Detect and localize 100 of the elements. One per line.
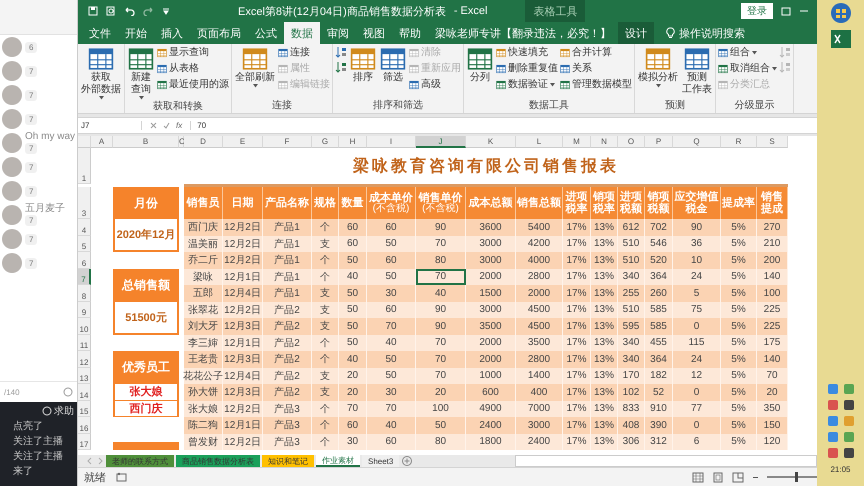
ribbon-button[interactable]: 筛选 [379, 46, 407, 84]
ribbon-tab[interactable]: 帮助 [392, 22, 428, 44]
save-icon[interactable] [88, 6, 98, 16]
page-break-icon[interactable] [732, 472, 744, 482]
add-sheet-icon[interactable] [401, 455, 414, 467]
tray-icon[interactable] [842, 447, 854, 459]
name-box[interactable]: J7 [78, 121, 142, 130]
ribbon-button[interactable]: 删除重复值 [496, 62, 558, 75]
column-header[interactable]: L [516, 136, 563, 148]
ribbon-button[interactable]: 显示查询 [157, 46, 229, 59]
column-header[interactable]: B [113, 136, 179, 148]
column-header[interactable]: K [466, 136, 516, 148]
row-header[interactable]: 11 [78, 334, 91, 351]
column-header[interactable]: Q [673, 136, 721, 148]
ribbon-tab[interactable]: 设计 [618, 22, 654, 44]
undo-icon[interactable] [124, 6, 135, 16]
row-header[interactable]: 12 [78, 351, 91, 368]
row-header[interactable]: 5 [78, 236, 91, 252]
insert-function-button[interactable]: fx [176, 121, 182, 130]
spreadsheet-app-icon[interactable] [830, 30, 850, 48]
ribbon-tab[interactable]: 数据 [284, 22, 320, 44]
sheet-tab[interactable]: 作业素材 [316, 455, 360, 467]
column-header[interactable]: N [591, 136, 618, 148]
start-orb-icon[interactable] [830, 2, 852, 24]
ribbon-button[interactable] [335, 46, 347, 58]
ribbon-button[interactable]: 管理数据模型 [560, 78, 632, 91]
scroll-right-icon[interactable] [96, 455, 104, 467]
column-header[interactable]: S [757, 136, 788, 148]
ribbon-button[interactable]: 从表格 [157, 62, 229, 75]
ribbon-tab[interactable]: 审阅 [320, 22, 356, 44]
row-header[interactable]: 3 [78, 187, 91, 219]
check-icon[interactable] [163, 122, 170, 129]
column-header[interactable]: I [367, 136, 416, 148]
page-layout-icon[interactable] [712, 472, 724, 482]
row-header[interactable]: 4 [78, 219, 91, 236]
ribbon-tab[interactable]: 页面布局 [190, 22, 248, 44]
horizontal-scrollbar[interactable] [515, 455, 817, 467]
ribbon-button[interactable] [335, 61, 347, 73]
ribbon-tab[interactable]: 梁咏老师专讲【翻录违法，必究！】 [428, 22, 618, 44]
preview-icon[interactable] [106, 6, 116, 16]
column-header[interactable]: E [223, 136, 263, 148]
emoji-icon[interactable] [63, 387, 73, 397]
scroll-left-icon[interactable] [86, 455, 94, 467]
column-header[interactable]: F [263, 136, 312, 148]
row-header[interactable]: 9 [78, 302, 91, 318]
normal-view-icon[interactable] [692, 472, 704, 482]
column-header[interactable]: A [91, 136, 113, 148]
ribbon-button[interactable]: 模拟分析 [637, 46, 679, 88]
ribbon-button[interactable]: 最近使用的源 [157, 78, 229, 91]
row-header[interactable]: 7 [78, 268, 91, 285]
column-header[interactable]: H [339, 136, 367, 148]
redo-icon[interactable] [143, 6, 154, 16]
ribbon-button[interactable]: 排序 [349, 46, 377, 84]
sheet-tab[interactable]: 知识和笔记 [262, 455, 314, 467]
row-header[interactable]: 10 [78, 318, 91, 334]
column-header[interactable]: J [416, 136, 466, 148]
login-button[interactable]: 登录 [741, 3, 773, 19]
sheet-tab[interactable]: 商品销售数据分析表 [176, 455, 260, 467]
restore-icon[interactable] [781, 6, 791, 16]
row-header[interactable]: 13 [78, 368, 91, 384]
tell-me-search[interactable]: 操作说明搜索 [679, 26, 745, 40]
column-header[interactable]: P [645, 136, 673, 148]
row-header[interactable]: 14 [78, 384, 91, 400]
ribbon-button[interactable]: 快速填充 [496, 46, 558, 59]
sheet-tab[interactable]: Sheet3 [362, 455, 400, 467]
ribbon-button[interactable]: 关系 [560, 62, 632, 75]
column-header[interactable]: D [184, 136, 223, 148]
ribbon-button[interactable]: 全部刷新 [234, 46, 276, 88]
tray-icon[interactable] [842, 399, 854, 411]
table-cell: 支 [312, 302, 339, 318]
row-header[interactable]: 16 [78, 417, 91, 434]
ribbon-button[interactable]: 新建 查询 [127, 46, 155, 100]
ribbon-button[interactable]: 获取 外部数据 [80, 46, 122, 100]
column-header[interactable]: M [563, 136, 591, 148]
ribbon-button[interactable]: 组合 [718, 46, 777, 59]
ribbon-button[interactable]: 数据验证 [496, 78, 558, 91]
column-header[interactable]: R [721, 136, 757, 148]
ribbon-button[interactable]: 预测 工作表 [681, 46, 713, 96]
row-header[interactable]: 17 [78, 434, 91, 450]
ribbon-tab[interactable]: 开始 [118, 22, 154, 44]
cancel-icon[interactable] [150, 122, 157, 129]
macro-record-icon[interactable] [116, 472, 127, 482]
help-button[interactable]: 求助 [42, 404, 74, 418]
ribbon-tab[interactable]: 插入 [154, 22, 190, 44]
column-header[interactable]: O [618, 136, 645, 148]
ribbon-button[interactable]: 连接 [278, 46, 330, 59]
ribbon-button[interactable]: 高级 [409, 78, 461, 91]
ribbon-tab[interactable]: 公式 [248, 22, 284, 44]
ribbon-button[interactable]: 取消组合 [718, 62, 777, 75]
row-header[interactable]: 8 [78, 285, 91, 302]
row-header[interactable]: 6 [78, 252, 91, 268]
row-header[interactable]: 15 [78, 400, 91, 417]
ribbon-button[interactable]: 分列 [466, 46, 494, 84]
formula-field[interactable]: 70 [191, 121, 206, 130]
row-header[interactable]: 1 [78, 148, 91, 184]
ribbon-tab[interactable]: 文件 [82, 22, 118, 44]
ribbon-tab[interactable]: 视图 [356, 22, 392, 44]
customize-icon[interactable] [162, 7, 170, 15]
ribbon-button[interactable]: 合并计算 [560, 46, 632, 59]
column-header[interactable]: G [312, 136, 339, 148]
